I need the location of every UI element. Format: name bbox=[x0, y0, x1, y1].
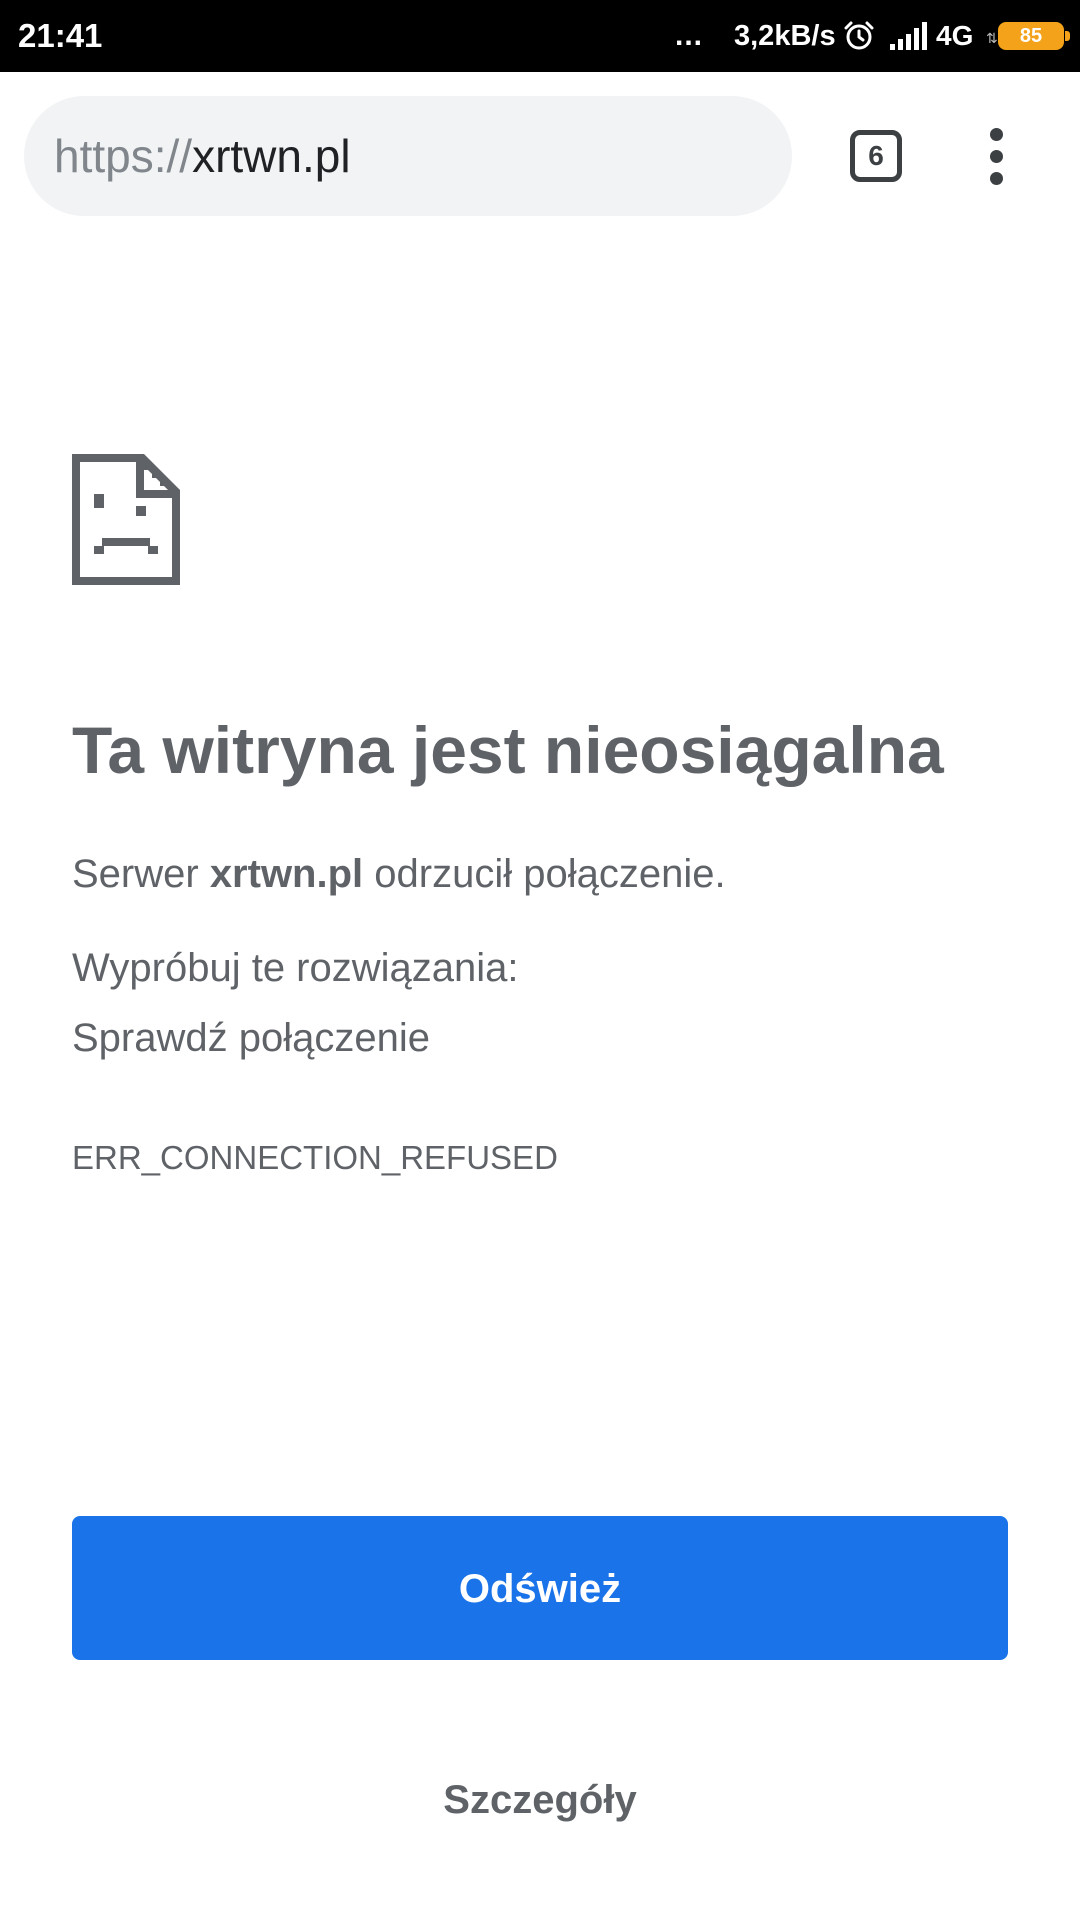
menu-dot bbox=[990, 172, 1003, 185]
network-speed: 3,2kB/s bbox=[734, 20, 836, 52]
menu-dot bbox=[990, 150, 1003, 163]
suggestions-heading: Wypróbuj te rozwiązania: bbox=[72, 946, 519, 990]
error-code: ERR_CONNECTION_REFUSED bbox=[72, 1139, 558, 1176]
alarm-icon bbox=[844, 21, 874, 50]
tab-switcher-button[interactable]: 6 bbox=[850, 130, 902, 182]
network-type: 4G bbox=[936, 20, 974, 51]
status-bar: 21:41 ... 3,2kB/s 4G ⇅ 85 bbox=[0, 0, 1080, 72]
error-description: Serwer xrtwn.pl odrzucił połączenie. bbox=[72, 852, 1032, 897]
error-desc-suffix: odrzucił połączenie. bbox=[363, 852, 726, 896]
reload-button[interactable]: Odśwież bbox=[72, 1516, 1008, 1660]
suggestion-item: Sprawdź połączenie bbox=[72, 1016, 430, 1060]
error-desc-prefix: Serwer bbox=[72, 852, 210, 896]
browser-toolbar: https://xrtwn.pl 6 bbox=[0, 72, 1080, 238]
signal-icon bbox=[890, 22, 927, 50]
more-vert-icon[interactable] bbox=[970, 126, 1022, 186]
url-host: xrtwn.pl bbox=[192, 130, 351, 182]
sad-page-icon bbox=[72, 454, 180, 585]
battery-icon: 85 bbox=[998, 22, 1070, 50]
error-title: Ta witryna jest nieosiągalna bbox=[72, 713, 944, 787]
notification-dots: ... bbox=[675, 19, 704, 52]
data-activity-icon: ⇅ bbox=[986, 30, 998, 46]
url-bar[interactable]: https://xrtwn.pl bbox=[24, 96, 792, 216]
menu-dot bbox=[990, 128, 1003, 141]
details-button[interactable]: Szczegóły bbox=[390, 1760, 690, 1840]
url-scheme: https:// bbox=[54, 130, 193, 182]
status-time: 21:41 bbox=[18, 17, 103, 54]
error-desc-host: xrtwn.pl bbox=[209, 852, 364, 896]
url-text[interactable]: https://xrtwn.pl bbox=[54, 96, 351, 216]
